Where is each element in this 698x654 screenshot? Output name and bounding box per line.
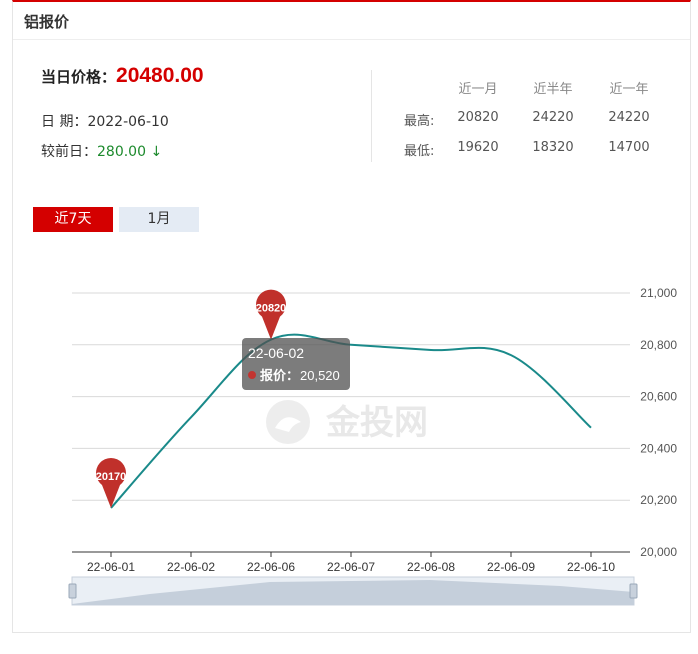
y-tick-label: 20,200 xyxy=(640,493,677,507)
tooltip-date: 22-06-02 xyxy=(248,345,304,361)
x-tick-label: 22-06-10 xyxy=(567,560,615,574)
x-tick-label: 22-06-08 xyxy=(407,560,455,574)
y-tick-label: 21,000 xyxy=(640,286,677,300)
y-tick-label: 20,800 xyxy=(640,338,677,352)
x-tick-label: 22-06-07 xyxy=(327,560,375,574)
x-tick-label: 22-06-06 xyxy=(247,560,295,574)
watermark-text: 金投网 xyxy=(325,403,428,442)
zoom-handle-left[interactable] xyxy=(68,583,77,599)
x-tick-label: 22-06-09 xyxy=(487,560,535,574)
marker-label: 20820 xyxy=(256,303,287,315)
y-tick-label: 20,400 xyxy=(640,441,677,455)
x-tick-label: 22-06-02 xyxy=(167,560,215,574)
tooltip-series-dot xyxy=(248,371,256,379)
price-line-chart: 金投网 20,000 20,200 20,400 20,600 20,800 21,000 2… xyxy=(68,286,677,606)
marker-label: 20170 xyxy=(96,471,127,483)
tooltip-series-label: 报价： xyxy=(260,368,299,383)
zoom-handle-right[interactable] xyxy=(629,583,638,599)
x-tick-label: 22-06-01 xyxy=(87,560,135,574)
y-tick-label: 20,000 xyxy=(640,545,677,559)
tooltip-value: 20,520 xyxy=(300,368,340,383)
y-tick-label: 20,600 xyxy=(640,390,677,404)
